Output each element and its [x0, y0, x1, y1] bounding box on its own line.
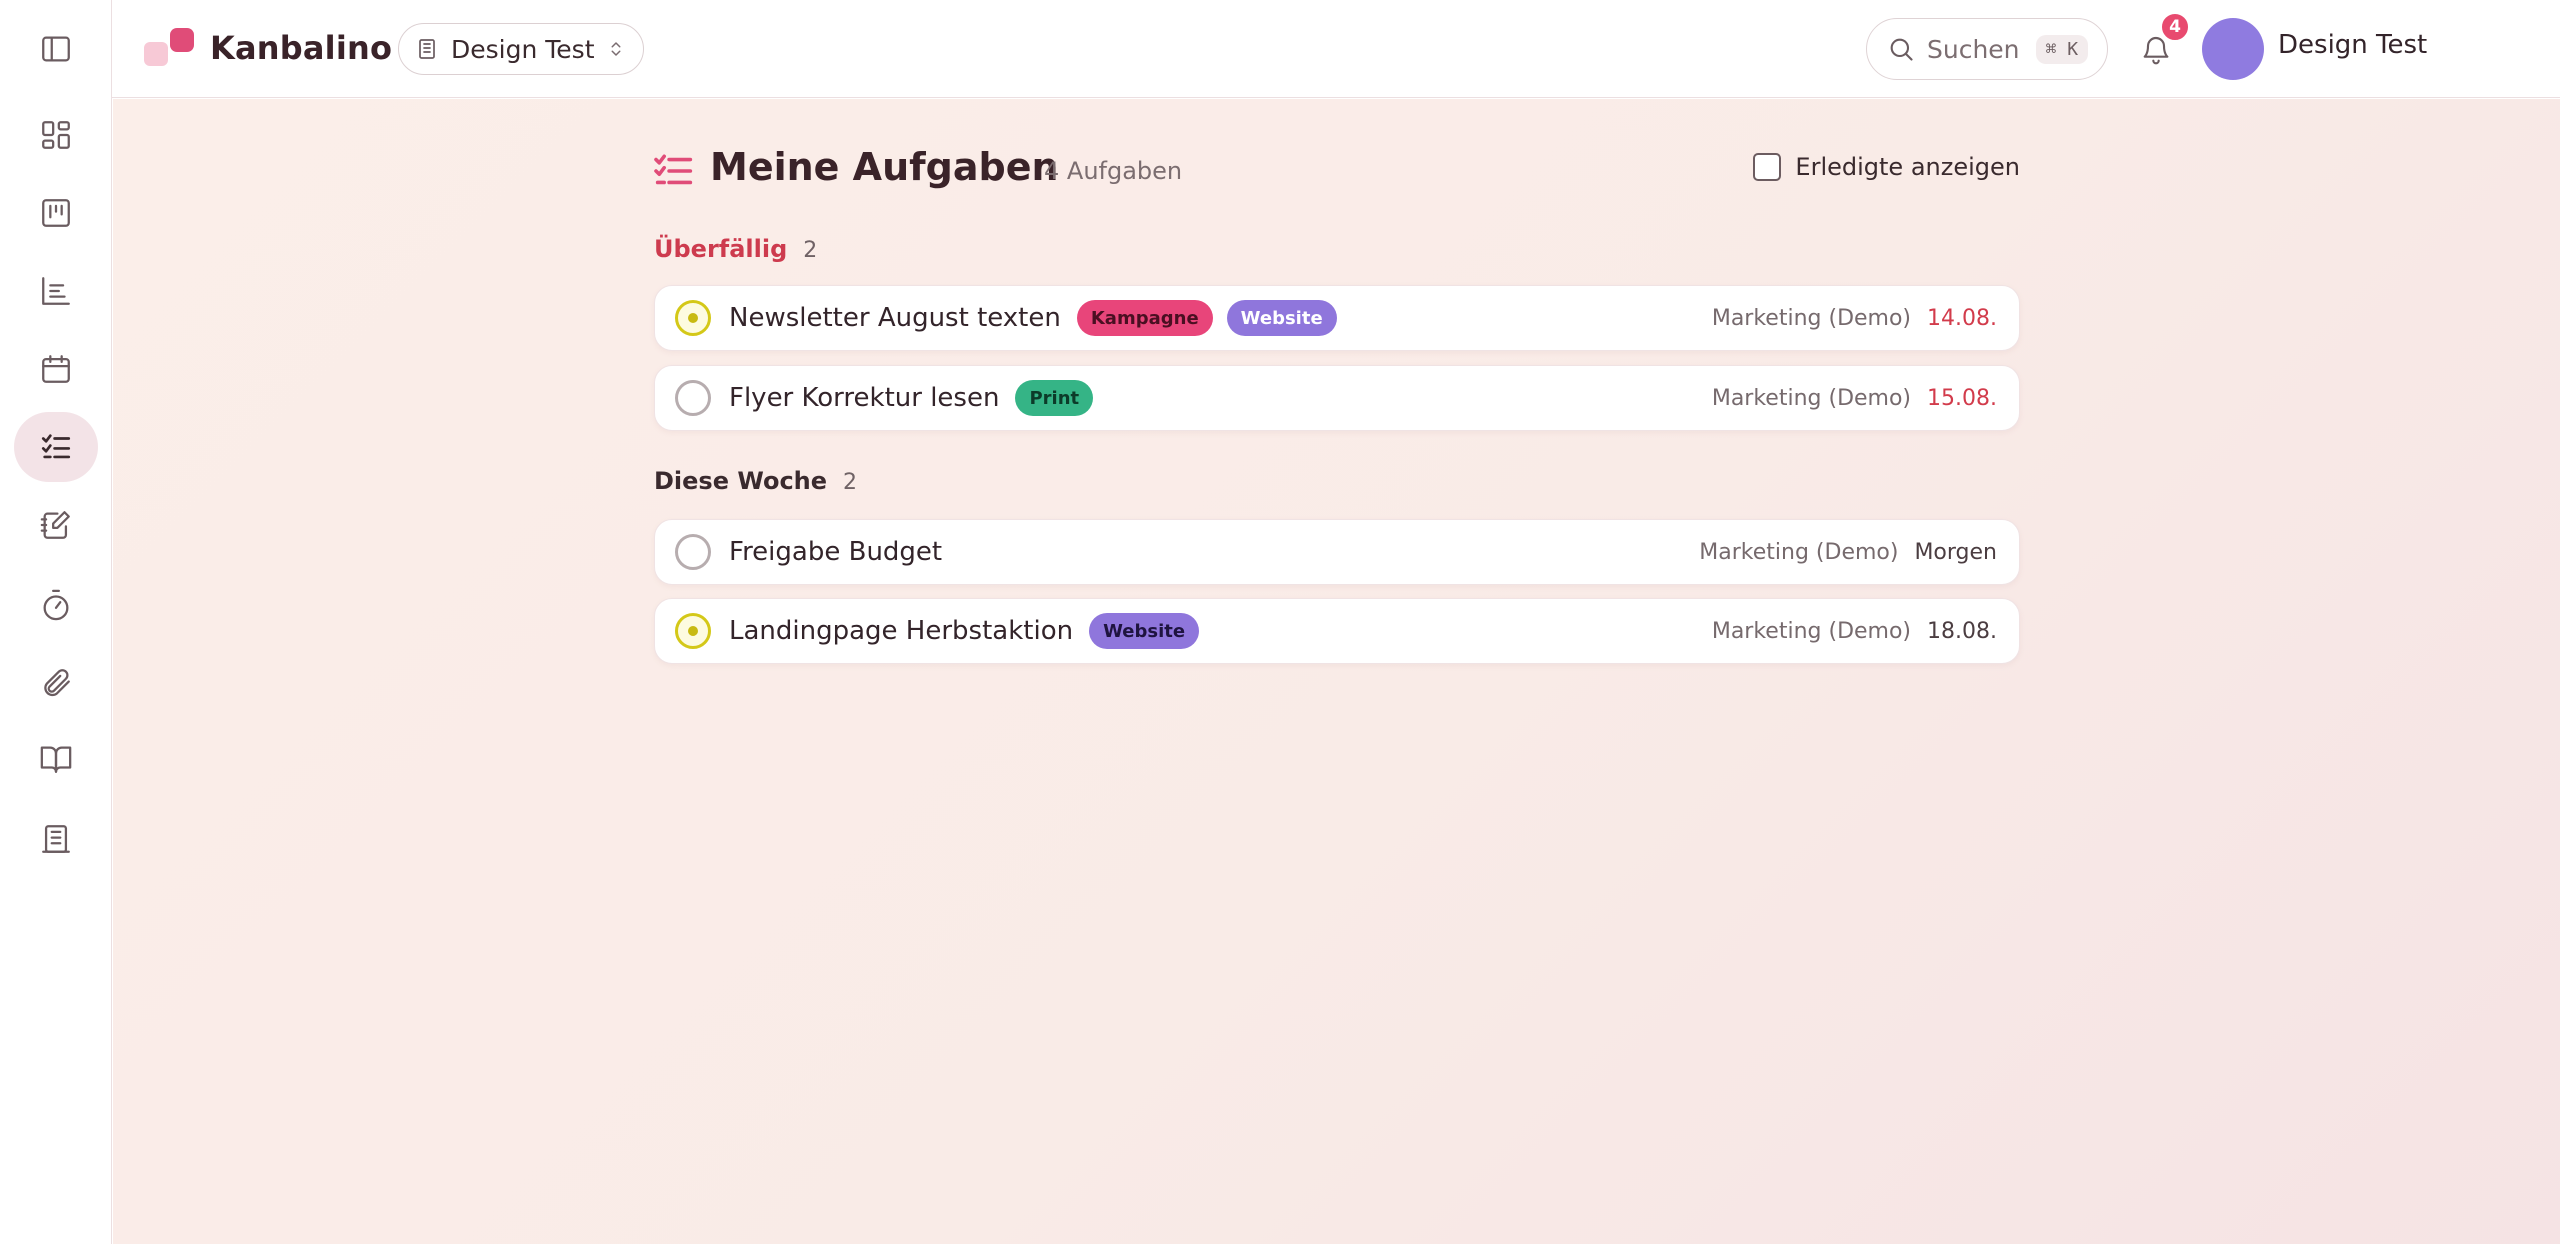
task-title: Landingpage Herbstaktion	[729, 616, 1074, 646]
sidebar-toggle-icon	[42, 36, 70, 62]
task-complete-toggle[interactable]	[675, 613, 711, 649]
page-title: Meine Aufgaben	[710, 145, 1059, 189]
timer-icon	[43, 589, 69, 621]
task-count: 4 Aufgaben	[1044, 157, 1183, 185]
notification-count-badge: 4	[2160, 12, 2190, 42]
tag-badge: Print	[1015, 380, 1094, 416]
task-due-date: 14.08.	[1927, 305, 1997, 331]
kanban-board-icon	[42, 199, 70, 227]
task-project: Marketing (Demo)	[1711, 618, 1912, 644]
group-header-overdue: Überfällig 2	[654, 235, 817, 263]
logo-icon	[144, 26, 196, 70]
app-name: Kanbalino	[210, 29, 393, 67]
task-project: Marketing (Demo)	[1711, 385, 1912, 411]
list-chart-icon	[42, 277, 70, 305]
task-row[interactable]: Flyer Korrektur lesen Print Marketing (D…	[654, 365, 2020, 431]
dashboard-icon	[42, 121, 70, 149]
sidebar-item-dashboard[interactable]	[14, 100, 98, 170]
paperclip-icon	[44, 669, 70, 697]
brand-logo[interactable]: Kanbalino	[144, 26, 392, 70]
top-bar: Kanbalino Design Test Suchen ⌘ K 4 Desig…	[112, 0, 2560, 98]
tag-badge: Kampagne	[1076, 300, 1213, 336]
task-title: Newsletter August texten	[729, 303, 1061, 333]
sidebar-toggle-button[interactable]	[14, 14, 98, 84]
building-icon	[42, 825, 70, 853]
task-due-date: 18.08.	[1927, 618, 1997, 644]
search-shortcut: ⌘ K	[2035, 34, 2089, 64]
search-icon	[1890, 38, 1913, 61]
user-name[interactable]: Design Test	[2278, 30, 2427, 60]
sidebar-item-my-tasks[interactable]	[14, 412, 98, 482]
sidebar-item-timeline[interactable]	[14, 256, 98, 326]
sidebar-item-timer[interactable]	[14, 570, 98, 640]
sidebar-item-notes[interactable]	[14, 490, 98, 560]
task-complete-toggle[interactable]	[675, 300, 711, 336]
group-label: Diese Woche	[654, 467, 828, 495]
task-due-date: 15.08.	[1927, 385, 1997, 411]
page-header: Meine Aufgaben 4 Aufgaben Erledigte anze…	[654, 145, 2020, 195]
show-completed-label: Erledigte anzeigen	[1795, 153, 2020, 181]
sidebar-item-board[interactable]	[14, 178, 98, 248]
task-project: Marketing (Demo)	[1711, 305, 1912, 331]
workspace-switcher[interactable]: Design Test	[398, 23, 644, 75]
book-icon	[40, 746, 72, 773]
search-label: Suchen	[1927, 34, 2020, 64]
calendar-icon	[42, 355, 70, 383]
sidebar-item-files[interactable]	[14, 648, 98, 718]
workspace-name: Design Test	[451, 34, 595, 64]
task-row[interactable]: Freigabe Budget Marketing (Demo) Morgen	[654, 519, 2020, 585]
search-button[interactable]: Suchen ⌘ K	[1866, 18, 2108, 80]
building-icon	[419, 39, 435, 59]
group-count: 2	[843, 470, 858, 495]
task-complete-toggle[interactable]	[675, 380, 711, 416]
sidebar-item-calendar[interactable]	[14, 334, 98, 404]
task-row[interactable]: Landingpage Herbstaktion Website Marketi…	[654, 598, 2020, 664]
task-title: Freigabe Budget	[729, 537, 943, 567]
task-complete-toggle[interactable]	[675, 534, 711, 570]
main-content: Meine Aufgaben 4 Aufgaben Erledigte anze…	[113, 99, 2560, 1244]
show-completed-toggle[interactable]: Erledigte anzeigen	[1753, 153, 2020, 181]
task-row[interactable]: Newsletter August texten Kampagne Websit…	[654, 285, 2020, 351]
group-header-this-week: Diese Woche 2	[654, 467, 857, 495]
tag-badge: Website	[1089, 613, 1200, 649]
task-list-icon	[41, 434, 71, 459]
task-list-icon	[654, 154, 693, 185]
show-completed-checkbox[interactable]	[1753, 153, 1782, 181]
task-due-date: Morgen	[1914, 539, 1997, 565]
sidebar-item-organization[interactable]	[14, 804, 98, 874]
group-count: 2	[803, 238, 818, 263]
chevron-up-down-icon	[611, 42, 620, 56]
sidebar-item-wiki[interactable]	[14, 724, 98, 794]
tag-badge: Website	[1226, 300, 1337, 336]
task-project: Marketing (Demo)	[1699, 539, 1899, 565]
task-title: Flyer Korrektur lesen	[729, 383, 1000, 413]
sidebar	[0, 0, 112, 1244]
notes-icon	[40, 511, 70, 539]
avatar[interactable]	[2202, 18, 2264, 80]
group-label: Überfällig	[654, 235, 788, 263]
